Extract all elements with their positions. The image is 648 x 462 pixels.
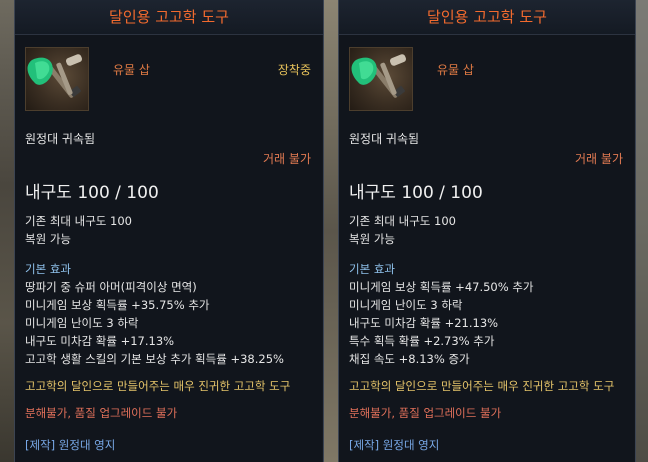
background-left (0, 0, 14, 462)
effect-line: 미니게임 보상 획득률 +47.50% 추가 (349, 280, 534, 294)
item-description: 고고학의 달인으로 만들어주는 매우 진귀한 고고학 도구 (349, 379, 615, 393)
effect-line: 미니게임 난이도 3 하락 (349, 298, 463, 312)
base-line-max-durability: 기존 최대 내구도 100 (349, 214, 456, 228)
shovel-icon (27, 54, 83, 98)
effect-line: 내구도 미차감 확률 +21.13% (349, 316, 499, 330)
effect-line: 내구도 미차감 확률 +17.13% (25, 334, 175, 348)
equipped-badge: 장착중 (277, 63, 311, 77)
item-icon-slot (25, 47, 89, 111)
trade-status: 거래 불가 (575, 152, 623, 166)
effect-line: 미니게임 난이도 3 하락 (25, 316, 139, 330)
effect-line: 미니게임 보상 획득률 +35.75% 추가 (25, 298, 210, 312)
base-line-restorable: 복원 가능 (25, 232, 71, 246)
tooltip-title: 달인용 고고학 도구 (339, 0, 635, 35)
restriction-text: 분해불가, 품질 업그레이드 불가 (349, 406, 502, 420)
background-right (634, 0, 648, 462)
effects-title: 기본 효과 (349, 262, 395, 276)
item-tooltip-equipped: 달인용 고고학 도구 유물 삽 장착중 원정대 귀속됨 거래 불가 내구도 10… (14, 0, 324, 462)
durability-value: 내구도 100 / 100 (349, 183, 483, 203)
craft-source: [제작] 원정대 영지 (349, 438, 440, 452)
tooltip-title: 달인용 고고학 도구 (15, 0, 323, 35)
item-type-label: 유물 삽 (113, 63, 150, 77)
item-header: 유물 삽 (339, 35, 635, 115)
base-line-max-durability: 기존 최대 내구도 100 (25, 214, 132, 228)
shovel-icon (351, 54, 407, 98)
item-icon-slot (349, 47, 413, 111)
bound-status: 원정대 귀속됨 (349, 132, 420, 146)
background-middle (322, 0, 338, 462)
craft-source: [제작] 원정대 영지 (25, 438, 116, 452)
effects-title: 기본 효과 (25, 262, 71, 276)
effect-line: 땅파기 중 슈퍼 아머(피격이상 면역) (25, 280, 197, 294)
item-header: 유물 삽 장착중 (15, 35, 323, 115)
bound-status: 원정대 귀속됨 (25, 132, 96, 146)
effect-line: 특수 획득 확률 +2.73% 추가 (349, 334, 495, 348)
item-description: 고고학의 달인으로 만들어주는 매우 진귀한 고고학 도구 (25, 379, 291, 393)
trade-status: 거래 불가 (263, 152, 311, 166)
base-line-restorable: 복원 가능 (349, 232, 395, 246)
effect-line: 고고학 생활 스킬의 기본 보상 추가 획득률 +38.25% (25, 352, 284, 366)
item-type-label: 유물 삽 (437, 63, 474, 77)
item-tooltip-compare: 달인용 고고학 도구 유물 삽 원정대 귀속됨 거래 불가 내구도 100 / … (338, 0, 636, 462)
restriction-text: 분해불가, 품질 업그레이드 불가 (25, 406, 178, 420)
effect-line: 채집 속도 +8.13% 증가 (349, 352, 470, 366)
durability-value: 내구도 100 / 100 (25, 183, 159, 203)
